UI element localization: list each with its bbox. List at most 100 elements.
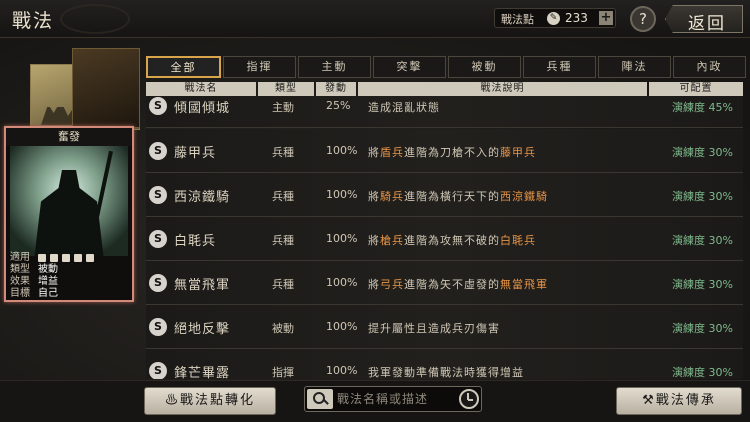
desc-text: 將 [368, 190, 380, 203]
tactic-description: 將騎兵進階為橫行天下的西涼鐵騎 [368, 188, 548, 204]
top-bar: 戰法 戰法點 ✎ 233 + ? 返回 [0, 0, 750, 38]
table-row[interactable]: S 無當飛軍 兵種 100% 將弓兵進階為矢不虛發的無當飛軍 演練度 30% [146, 261, 743, 305]
desc-text: 將 [368, 146, 380, 159]
tactic-mastery: 演練度 30% [672, 146, 733, 159]
app-root: 戰法 戰法點 ✎ 233 + ? 返回 奮發 適用 類型 被動 效果 增益 目標… [0, 0, 750, 422]
desc-text: 進階為橫行天下的 [404, 190, 500, 203]
tactic-description: 將盾兵進階為刀槍不入的藤甲兵 [368, 144, 536, 160]
bottom-bar: ♨戰法點轉化 ⚒戰法傳承 [0, 380, 750, 422]
back-button[interactable]: 返回 [665, 5, 743, 33]
spear-icon [74, 254, 82, 262]
selected-tactic-card[interactable]: 奮發 適用 類型 被動 效果 增益 目標 自己 [4, 126, 134, 302]
search-icon[interactable] [307, 389, 333, 409]
desc-text: 將 [368, 278, 380, 291]
table-header: 戰法名 類型 發動 戰法說明 可配置 [146, 82, 743, 96]
col-name: 戰法名 [146, 82, 256, 96]
tactic-name: 絕地反擊 [174, 322, 231, 337]
rank-badge: S [149, 142, 167, 160]
inherit-tactic-button[interactable]: ⚒戰法傳承 [616, 387, 742, 415]
clock-icon[interactable] [459, 389, 479, 409]
table-row[interactable]: S 鋒芒畢露 指揮 100% 我軍發動準備戰法時獲得增益 演練度 30% [146, 349, 743, 379]
tab-active[interactable]: 主動 [298, 56, 371, 78]
tab-formation[interactable]: 陣法 [598, 56, 671, 78]
shield-icon [50, 254, 58, 262]
table-row[interactable]: S 西涼鐵騎 兵種 100% 將騎兵進階為橫行天下的西涼鐵騎 演練度 30% [146, 173, 743, 217]
rank-badge: S [149, 274, 167, 292]
tactic-name: 白毦兵 [174, 234, 217, 249]
tab-command[interactable]: 指揮 [223, 56, 296, 78]
attr-row: 類型 被動 [10, 264, 130, 276]
tactic-list: S 傾國傾城 主動 25% 造成混亂狀態 演練度 45% S 藤甲兵 兵種 10… [146, 96, 743, 379]
tactic-mastery: 演練度 45% [672, 101, 733, 114]
desc-text: 將 [368, 234, 380, 247]
help-button[interactable]: ? [630, 6, 656, 32]
tactic-trigger-rate: 100% [326, 276, 358, 289]
tab-all[interactable]: 全部 [146, 56, 221, 78]
col-type: 類型 [258, 82, 314, 96]
tactic-points-label: 戰法點 [501, 13, 534, 26]
tactic-type: 兵種 [272, 278, 294, 291]
attr-row: 適用 [10, 252, 130, 264]
rank-badge: S [149, 318, 167, 336]
card-attributes: 適用 類型 被動 效果 增益 目標 自己 [10, 252, 130, 300]
desc-highlight: 槍兵 [380, 234, 404, 247]
tactic-mastery: 演練度 30% [672, 234, 733, 247]
desc-text: 造成混亂狀態 [368, 101, 440, 114]
tactic-name: 鋒芒畢露 [174, 366, 231, 379]
table-row[interactable]: S 白毦兵 兵種 100% 將槍兵進階為攻無不破的白毦兵 演練度 30% [146, 217, 743, 261]
back-label: 返回 [688, 14, 726, 34]
attr-key: 適用 [10, 252, 30, 263]
feather-icon: ✎ [547, 12, 560, 25]
desc-highlight: 藤甲兵 [500, 146, 536, 159]
tactic-description: 造成混亂狀態 [368, 99, 440, 115]
desc-text: 我軍發動準備戰法時獲得增益 [368, 366, 524, 379]
tactic-type: 指揮 [272, 366, 294, 379]
attr-key: 類型 [10, 264, 30, 275]
desc-highlight: 盾兵 [380, 146, 404, 159]
desc-text: 進階為刀槍不入的 [404, 146, 500, 159]
tab-assault[interactable]: 突擊 [373, 56, 446, 78]
cavalry-icon [38, 254, 46, 262]
add-points-button[interactable]: + [599, 11, 613, 25]
desc-highlight: 騎兵 [380, 190, 404, 203]
table-row[interactable]: S 傾國傾城 主動 25% 造成混亂狀態 演練度 45% [146, 96, 743, 128]
tactic-type: 兵種 [272, 146, 294, 159]
search-box [304, 386, 482, 412]
attr-value: 自己 [38, 288, 58, 299]
title-decoration [60, 4, 130, 34]
tactic-trigger-rate: 100% [326, 320, 358, 333]
troop-type-icons [38, 252, 94, 264]
desc-text: 進階為矢不虛發的 [404, 278, 500, 291]
tactic-type: 兵種 [272, 234, 294, 247]
tactic-trigger-rate: 100% [326, 232, 358, 245]
background-card-art-2 [72, 48, 140, 128]
tactic-description: 我軍發動準備戰法時獲得增益 [368, 364, 524, 379]
page-title: 戰法 [12, 10, 55, 32]
desc-highlight: 白毦兵 [500, 234, 536, 247]
tab-troop[interactable]: 兵種 [523, 56, 596, 78]
tactic-name: 傾國傾城 [174, 101, 231, 116]
card-name: 奮發 [6, 128, 132, 146]
table-row[interactable]: S 絕地反擊 被動 100% 提升屬性且造成兵刃傷害 演練度 30% [146, 305, 743, 349]
tab-internal[interactable]: 內政 [673, 56, 746, 78]
attr-value: 被動 [38, 264, 58, 275]
tactic-trigger-rate: 100% [326, 144, 358, 157]
col-description: 戰法說明 [358, 82, 647, 96]
tactic-mastery: 演練度 30% [672, 366, 733, 379]
rank-badge: S [149, 362, 167, 379]
tactic-type: 主動 [272, 101, 294, 114]
tactic-name: 無當飛軍 [174, 278, 231, 293]
col-trigger: 發動 [316, 82, 356, 96]
col-configurable: 可配置 [649, 82, 743, 96]
tactic-mastery: 演練度 30% [672, 190, 733, 203]
table-row[interactable]: S 藤甲兵 兵種 100% 將盾兵進階為刀槍不入的藤甲兵 演練度 30% [146, 129, 743, 173]
convert-points-button[interactable]: ♨戰法點轉化 [144, 387, 276, 415]
desc-text: 提升屬性且造成兵刃傷害 [368, 322, 500, 335]
tactic-description: 將弓兵進階為矢不虛發的無當飛軍 [368, 276, 548, 292]
rank-badge: S [149, 230, 167, 248]
tab-passive[interactable]: 被動 [448, 56, 521, 78]
attr-key: 效果 [10, 276, 30, 287]
search-input[interactable] [337, 390, 455, 408]
desc-text: 進階為攻無不破的 [404, 234, 500, 247]
attr-value: 增益 [38, 276, 58, 287]
